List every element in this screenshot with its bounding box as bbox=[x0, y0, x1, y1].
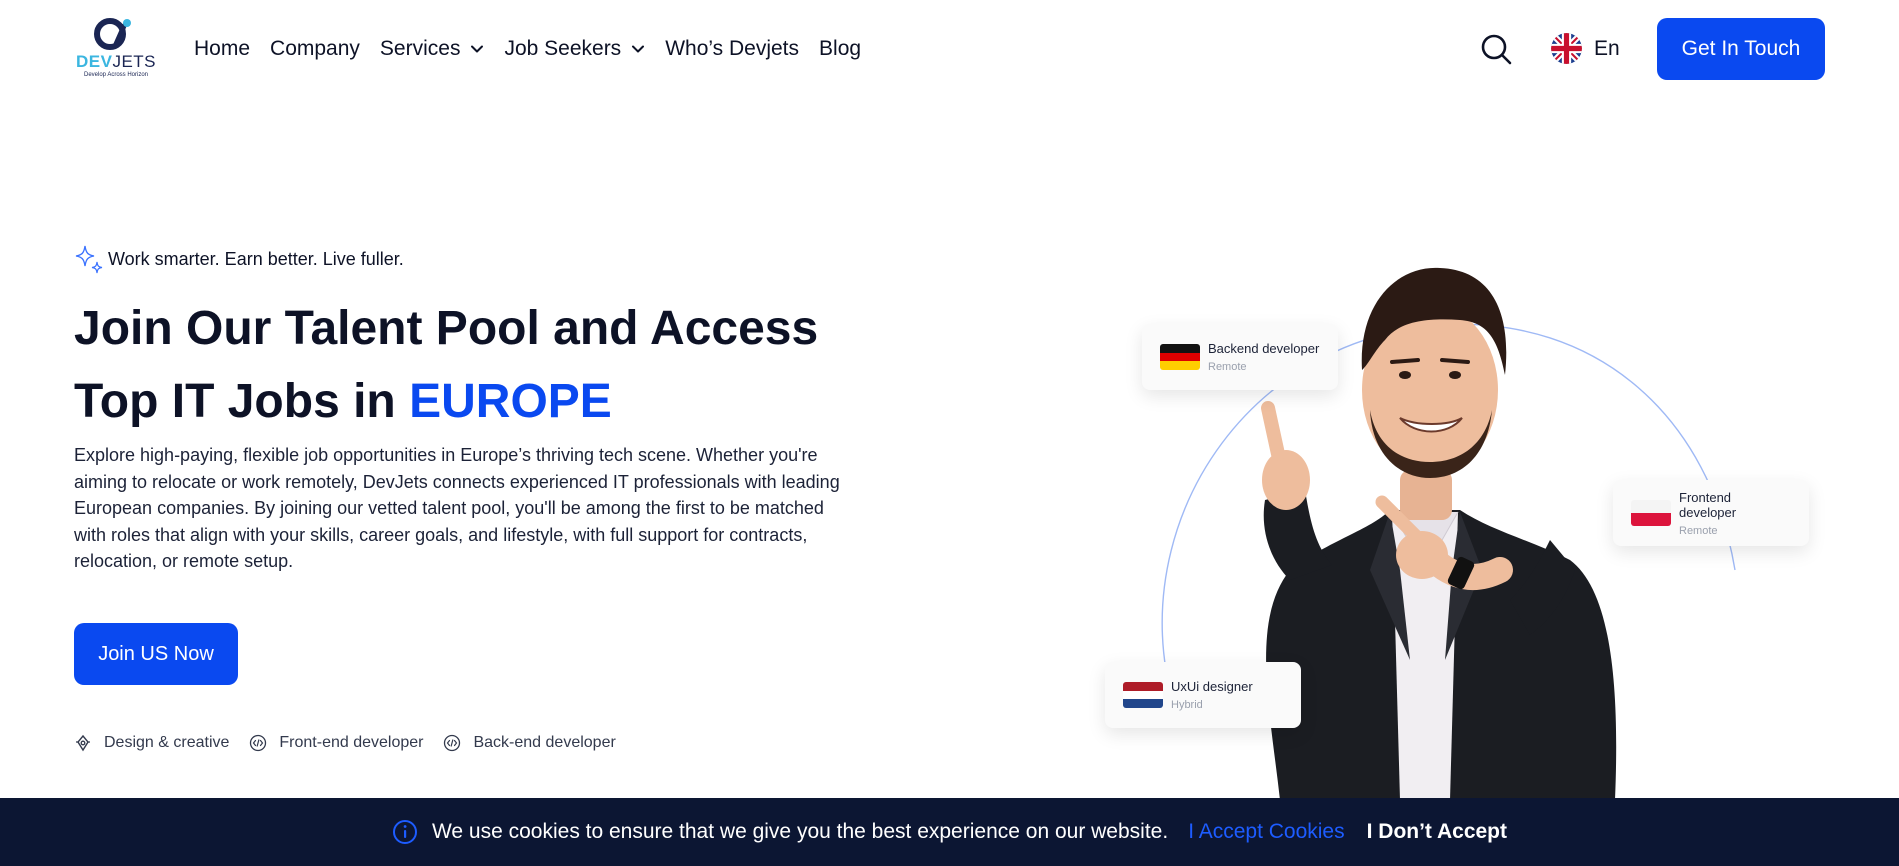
category-design-creative[interactable]: Design & creative bbox=[74, 734, 229, 752]
chevron-down-icon bbox=[632, 45, 645, 53]
nav-job-seekers[interactable]: Job Seekers bbox=[504, 37, 645, 61]
job-card-frontend[interactable]: Frontend developer Remote bbox=[1613, 480, 1809, 546]
netherlands-flag-icon bbox=[1123, 682, 1163, 708]
sparkle-icon bbox=[75, 245, 103, 274]
logo-tagline: Develop Across Horizon bbox=[83, 72, 149, 78]
job-title: Frontend developer bbox=[1679, 489, 1737, 520]
job-card-backend[interactable]: Backend developer Remote bbox=[1142, 324, 1338, 390]
code-icon bbox=[250, 734, 267, 752]
cookie-consent-bar: We use cookies to ensure that we give yo… bbox=[0, 798, 1899, 866]
hero-title: Join Our Talent Pool and Access Top IT J… bbox=[74, 292, 894, 438]
join-us-now-button[interactable]: Join US Now bbox=[74, 623, 238, 685]
main-nav: Home Company Services Job Seekers Who’s … bbox=[194, 36, 881, 62]
job-card-text: UxUi designer Hybrid bbox=[1171, 679, 1253, 711]
job-mode: Remote bbox=[1208, 361, 1247, 373]
language-selector[interactable]: En bbox=[1551, 33, 1620, 64]
job-mode: Hybrid bbox=[1171, 699, 1203, 711]
job-card-text: Backend developer Remote bbox=[1208, 341, 1319, 373]
nav-home[interactable]: Home bbox=[194, 37, 250, 61]
hero-title-line2: Top IT Jobs in bbox=[74, 375, 410, 428]
nav-job-seekers-label: Job Seekers bbox=[504, 37, 622, 60]
info-icon bbox=[392, 820, 417, 844]
nav-services[interactable]: Services bbox=[380, 37, 485, 61]
language-label: En bbox=[1594, 36, 1620, 60]
site-header: DEVJETS Develop Across Horizon Home Comp… bbox=[0, 0, 1899, 98]
nav-home-label: Home bbox=[194, 37, 251, 60]
uk-flag-icon bbox=[1551, 33, 1582, 64]
category-label: Design & creative bbox=[104, 734, 230, 751]
hero-title-line1: Join Our Talent Pool and Access bbox=[74, 302, 819, 355]
reject-cookies-button[interactable]: I Don’t Accept bbox=[1367, 820, 1507, 844]
job-mode: Remote bbox=[1679, 524, 1718, 537]
get-in-touch-button[interactable]: Get In Touch bbox=[1657, 18, 1825, 80]
category-front-end[interactable]: Front-end developer bbox=[249, 734, 423, 752]
code-icon bbox=[444, 734, 461, 752]
job-card-uxui[interactable]: UxUi designer Hybrid bbox=[1105, 662, 1301, 728]
search-icon[interactable] bbox=[1480, 33, 1512, 65]
category-back-end[interactable]: Back-end developer bbox=[443, 734, 616, 752]
germany-flag-icon bbox=[1160, 344, 1200, 370]
job-title: UxUi designer bbox=[1171, 679, 1253, 694]
nav-company[interactable]: Company bbox=[270, 37, 360, 61]
hero-visual: Backend developer Remote Frontend develo… bbox=[1100, 240, 1860, 800]
devjets-logo[interactable]: DEVJETS Develop Across Horizon bbox=[72, 14, 160, 82]
hero-tagline: Work smarter. Earn better. Live fuller. bbox=[108, 248, 404, 269]
nav-company-label: Company bbox=[270, 37, 360, 60]
job-title: Backend developer bbox=[1208, 341, 1320, 356]
job-card-text: Frontend developer Remote bbox=[1679, 490, 1791, 537]
nav-blog[interactable]: Blog bbox=[819, 37, 861, 61]
poland-flag-icon bbox=[1631, 500, 1671, 526]
accept-cookies-button[interactable]: I Accept Cookies bbox=[1188, 820, 1344, 844]
hero-tagline-row: Work smarter. Earn better. Live fuller. bbox=[74, 244, 404, 274]
nav-whos-devjets-label: Who’s Devjets bbox=[665, 37, 800, 60]
design-pen-icon bbox=[76, 734, 90, 752]
category-label: Front-end developer bbox=[279, 734, 424, 751]
category-label: Back-end developer bbox=[473, 734, 616, 751]
nav-whos-devjets[interactable]: Who’s Devjets bbox=[665, 37, 799, 61]
hero-description: Explore high-paying, flexible job opport… bbox=[74, 445, 840, 571]
cookie-message: We use cookies to ensure that we give yo… bbox=[431, 820, 1169, 843]
nav-services-label: Services bbox=[379, 37, 461, 60]
category-list: Design & creative Front-end developer Ba… bbox=[74, 734, 636, 752]
nav-blog-label: Blog bbox=[819, 37, 862, 60]
logo-mark-icon bbox=[94, 18, 131, 50]
chevron-down-icon bbox=[471, 45, 484, 53]
logo-wordmark: DEVJETS bbox=[75, 52, 157, 71]
hero-title-accent: EUROPE bbox=[409, 375, 612, 428]
